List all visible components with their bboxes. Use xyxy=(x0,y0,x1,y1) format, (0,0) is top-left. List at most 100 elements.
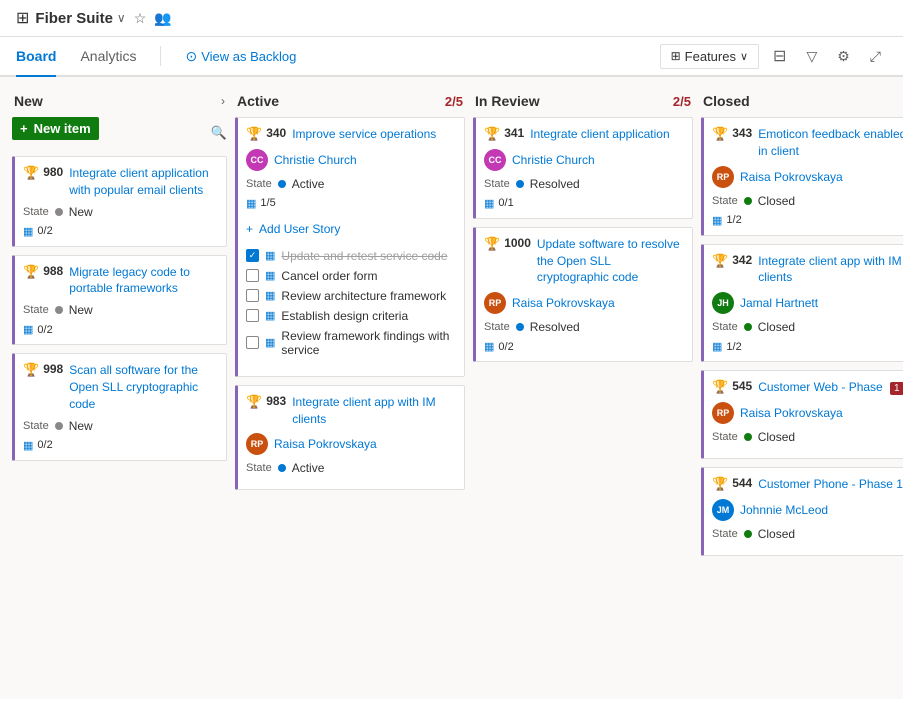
card-983: 🏆 983 Integrate client app with IM clien… xyxy=(235,385,465,491)
features-btn[interactable]: ⊞ Features ∨ xyxy=(660,44,759,69)
person-name-christie[interactable]: Christie Church xyxy=(512,153,595,167)
add-user-story-btn[interactable]: + Add User Story xyxy=(246,216,456,242)
trophy-icon: 🏆 xyxy=(484,236,500,252)
trophy-icon: 🏆 xyxy=(712,126,728,142)
trophy-icon: 🏆 xyxy=(484,126,500,142)
state-dot-active xyxy=(278,464,286,472)
avatar-raisa: RP xyxy=(712,166,734,188)
task-checkbox[interactable] xyxy=(246,289,259,302)
card-988: 🏆 988 Migrate legacy code to portable fr… xyxy=(12,255,227,346)
top-bar: ⊞ Fiber Suite ∨ ☆ 👥 xyxy=(0,0,903,37)
column-in-review-header: In Review 2/5 xyxy=(473,89,693,117)
column-in-review-count: 2/5 xyxy=(673,94,691,109)
trophy-icon: 🏆 xyxy=(23,362,39,378)
state-dot-new xyxy=(55,422,63,430)
column-active: Active 2/5 🏆 340 Improve service operati… xyxy=(235,89,465,687)
column-closed-title: Closed xyxy=(703,93,750,109)
task-bar-icon: ▦ xyxy=(265,269,275,282)
column-new-chevron[interactable]: › xyxy=(221,94,225,108)
person-name-raisa[interactable]: Raisa Pokrovskaya xyxy=(512,296,615,310)
column-options-icon[interactable]: ⊟ xyxy=(767,42,792,70)
new-item-button[interactable]: + New item xyxy=(12,117,99,140)
task-checkbox[interactable] xyxy=(246,309,259,322)
column-new-header: New › xyxy=(12,89,227,117)
state-dot-resolved xyxy=(516,180,524,188)
progress-icon: ▦ xyxy=(712,214,722,227)
app-grid-icon: ⊞ xyxy=(16,8,29,28)
card-998: 🏆 998 Scan all software for the Open SLL… xyxy=(12,353,227,460)
state-dot-active xyxy=(278,180,286,188)
card-980: 🏆 980 Integrate client application with … xyxy=(12,156,227,247)
avatar-raisa: RP xyxy=(712,402,734,424)
card-544: 🏆 544 Customer Phone - Phase 1 JM Johnni… xyxy=(701,467,903,556)
nav-board[interactable]: Board xyxy=(16,37,56,77)
task-checkbox[interactable]: ✓ xyxy=(246,249,259,262)
app-title: Fiber Suite xyxy=(35,10,113,27)
state-dot-resolved xyxy=(516,323,524,331)
task-bar-icon: ▦ xyxy=(265,249,275,262)
nav-analytics[interactable]: Analytics xyxy=(80,37,136,77)
task-checkbox[interactable] xyxy=(246,269,259,282)
avatar-johnnie: JM xyxy=(712,499,734,521)
person-name-raisa[interactable]: Raisa Pokrovskaya xyxy=(274,437,377,451)
plus-icon: + xyxy=(246,222,253,236)
trophy-icon: 🏆 xyxy=(712,253,728,269)
person-name-johnnie[interactable]: Johnnie McLeod xyxy=(740,503,828,517)
settings-icon[interactable]: ⚙ xyxy=(831,44,856,69)
avatar-christie: CC xyxy=(484,149,506,171)
state-dot-new xyxy=(55,208,63,216)
column-active-header: Active 2/5 xyxy=(235,89,465,117)
features-grid-icon: ⊞ xyxy=(671,49,681,63)
trophy-icon: 🏆 xyxy=(712,379,728,395)
column-in-review: In Review 2/5 🏆 341 Integrate client app… xyxy=(473,89,693,687)
search-icon[interactable]: 🔍 xyxy=(211,125,227,141)
progress-icon: ▦ xyxy=(23,323,33,336)
board: New › + New item 🔍 🏆 980 Integrate clien… xyxy=(0,77,903,699)
trophy-icon: 🏆 xyxy=(246,126,262,142)
app-title-chevron-icon[interactable]: ∨ xyxy=(117,11,126,25)
features-chevron-icon: ∨ xyxy=(740,50,748,63)
task-item: ▦ Review architecture framework xyxy=(246,286,456,306)
column-new-title: New xyxy=(14,93,43,109)
trophy-icon: 🏆 xyxy=(23,264,39,280)
new-item-bar: + New item 🔍 xyxy=(12,117,227,148)
favorite-icon[interactable]: ☆ xyxy=(134,10,147,27)
column-active-cards: 🏆 340 Improve service operations CC Chri… xyxy=(235,117,465,687)
state-dot-new xyxy=(55,306,63,314)
column-closed-header: Closed ‹ xyxy=(701,89,903,117)
column-active-count: 2/5 xyxy=(445,94,463,109)
nav-bar: Board Analytics ⊙ View as Backlog ⊞ Feat… xyxy=(0,37,903,77)
view-backlog-btn[interactable]: ⊙ View as Backlog xyxy=(185,48,296,65)
card-341: 🏆 341 Integrate client application CC Ch… xyxy=(473,117,693,219)
people-icon[interactable]: 👥 xyxy=(154,10,171,27)
person-name-raisa[interactable]: Raisa Pokrovskaya xyxy=(740,170,843,184)
filter-icon[interactable]: ▽ xyxy=(800,44,823,69)
progress-icon: ▦ xyxy=(484,197,494,210)
task-checkbox[interactable] xyxy=(246,336,259,349)
progress-icon: ▦ xyxy=(484,340,494,353)
column-closed: Closed ‹ 🏆 343 Emoticon feedback enabled… xyxy=(701,89,903,687)
tag-1: 1 xyxy=(890,382,903,395)
task-item: ▦ Establish design criteria xyxy=(246,306,456,326)
avatar-raisa: RP xyxy=(484,292,506,314)
task-item: ✓ ▦ Update and retest service code xyxy=(246,246,456,266)
person-name-christie[interactable]: Christie Church xyxy=(274,153,357,167)
plus-icon: + xyxy=(20,121,28,136)
state-dot-closed xyxy=(744,433,752,441)
nav-divider xyxy=(160,46,161,66)
task-item: ▦ Cancel order form xyxy=(246,266,456,286)
avatar-christie: CC xyxy=(246,149,268,171)
avatar-raisa: RP xyxy=(246,433,268,455)
card-1000: 🏆 1000 Update software to resolve the Op… xyxy=(473,227,693,362)
person-name-jamal[interactable]: Jamal Hartnett xyxy=(740,296,818,310)
task-bar-icon: ▦ xyxy=(265,289,275,302)
person-name-raisa[interactable]: Raisa Pokrovskaya xyxy=(740,406,843,420)
card-545: 🏆 545 Customer Web - Phase 1 RP Raisa Po… xyxy=(701,370,903,459)
view-backlog-icon: ⊙ xyxy=(185,48,197,65)
expand-icon[interactable]: ⤢ xyxy=(864,44,887,69)
trophy-icon: 🏆 xyxy=(23,165,39,181)
tasks-section: ✓ ▦ Update and retest service code ▦ Can… xyxy=(246,246,456,360)
trophy-icon: 🏆 xyxy=(246,394,262,410)
column-active-title: Active xyxy=(237,93,279,109)
column-new: New › + New item 🔍 🏆 980 Integrate clien… xyxy=(12,89,227,687)
